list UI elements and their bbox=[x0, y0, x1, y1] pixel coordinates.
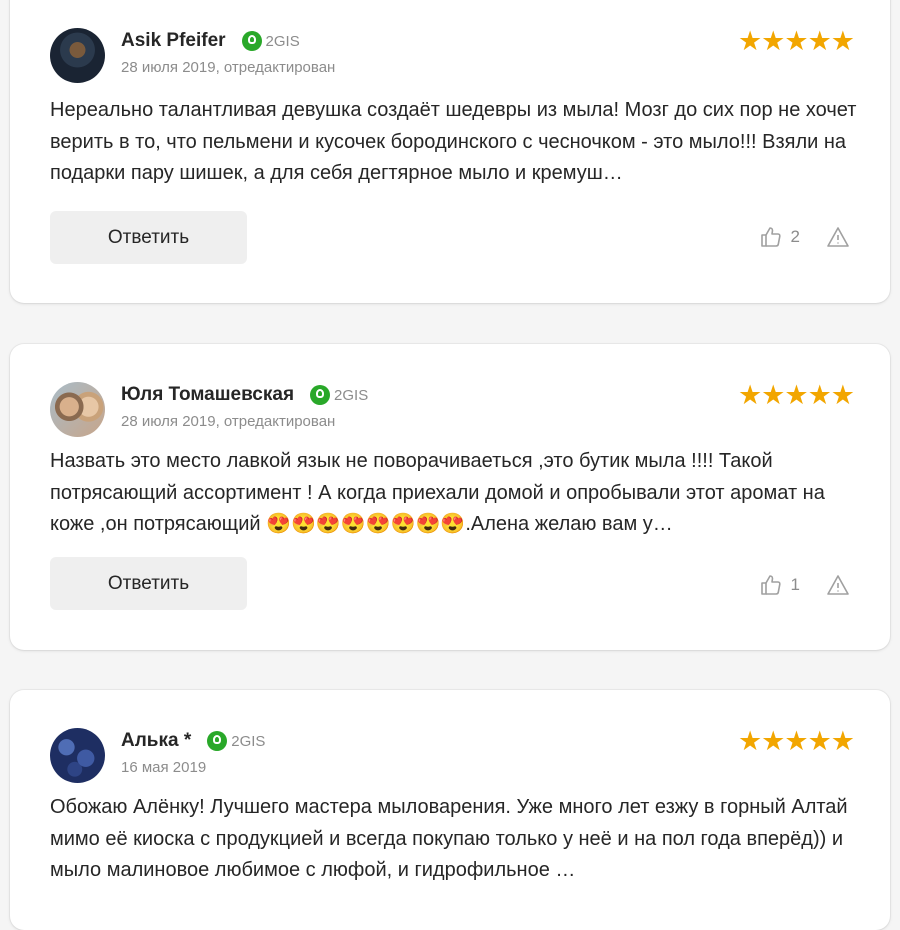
review-header: Юля Томашевская 2GIS 28 июля 2019, отред… bbox=[50, 382, 855, 438]
review-header: Алька * 2GIS 16 мая 2019 ★★★★★ bbox=[50, 728, 855, 784]
report-button[interactable] bbox=[826, 573, 850, 597]
review-actions: 1 bbox=[759, 573, 850, 597]
author-name[interactable]: Asik Pfeifer bbox=[121, 30, 226, 52]
warning-icon bbox=[827, 227, 849, 247]
review-source: 2GIS bbox=[334, 386, 369, 404]
review-date: 16 мая 2019 bbox=[121, 759, 207, 776]
review-card: Asik Pfeifer 2GIS 28 июля 2019, отредакт… bbox=[10, 0, 890, 303]
2gis-badge-icon bbox=[207, 731, 228, 751]
review-actions: 2 bbox=[759, 225, 850, 249]
review-text[interactable]: Нереально талантливая девушка создаёт ше… bbox=[50, 95, 860, 190]
rating-stars: ★★★★★ bbox=[737, 380, 855, 410]
like-button[interactable]: 1 bbox=[759, 573, 800, 597]
review-text[interactable]: Обожаю Алёнку! Лучшего мастера мыловарен… bbox=[50, 792, 860, 887]
reply-button[interactable]: Ответить bbox=[50, 211, 247, 264]
review-source: 2GIS bbox=[231, 732, 266, 750]
report-button[interactable] bbox=[826, 225, 850, 249]
review-card: Юля Томашевская 2GIS 28 июля 2019, отред… bbox=[10, 344, 890, 650]
avatar[interactable] bbox=[50, 28, 105, 83]
avatar[interactable] bbox=[50, 728, 105, 783]
warning-icon bbox=[827, 575, 849, 595]
2gis-badge-icon bbox=[310, 385, 331, 405]
review-date: 28 июля 2019, отредактирован bbox=[121, 59, 336, 76]
avatar[interactable] bbox=[50, 382, 105, 437]
like-button[interactable]: 2 bbox=[759, 225, 800, 249]
2gis-badge-icon bbox=[241, 31, 262, 51]
rating-stars: ★★★★★ bbox=[737, 26, 855, 56]
review-header: Asik Pfeifer 2GIS 28 июля 2019, отредакт… bbox=[50, 28, 855, 84]
review-source: 2GIS bbox=[265, 32, 300, 50]
like-count: 1 bbox=[790, 575, 800, 594]
author-name[interactable]: Юля Томашевская bbox=[121, 384, 294, 406]
thumbs-up-icon bbox=[760, 227, 781, 247]
thumbs-up-icon bbox=[760, 575, 781, 595]
review-date: 28 июля 2019, отредактирован bbox=[121, 413, 336, 430]
review-text[interactable]: Назвать это место лавкой язык не поворач… bbox=[50, 446, 860, 541]
rating-stars: ★★★★★ bbox=[737, 726, 855, 756]
reply-button[interactable]: Ответить bbox=[50, 557, 247, 610]
author-name[interactable]: Алька * bbox=[121, 730, 191, 752]
like-count: 2 bbox=[790, 227, 800, 246]
review-card: Алька * 2GIS 16 мая 2019 ★★★★★ Обожаю Ал… bbox=[10, 690, 890, 930]
